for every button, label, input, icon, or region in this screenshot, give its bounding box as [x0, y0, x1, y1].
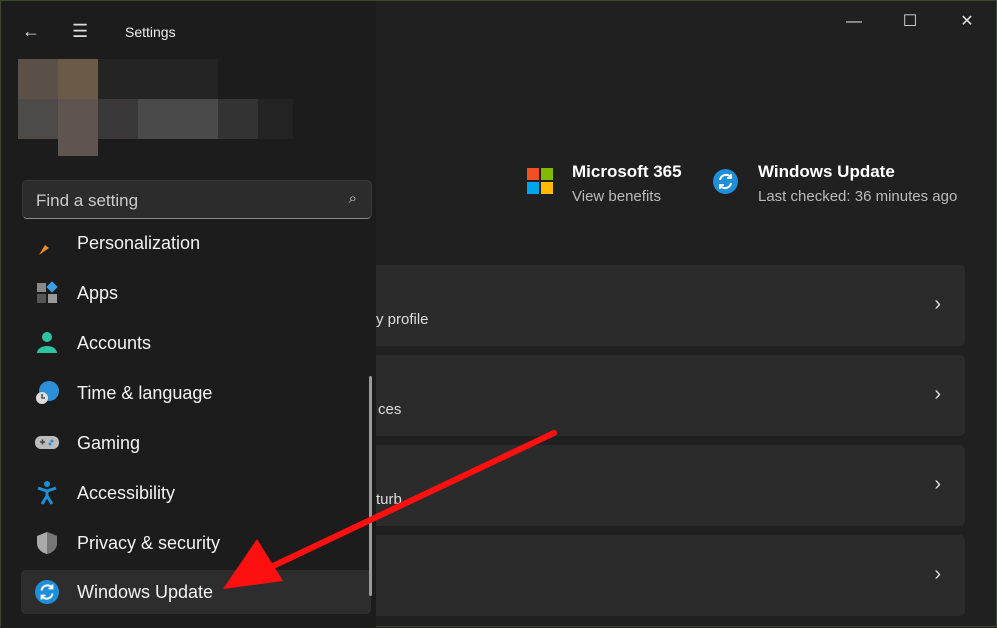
nav-item-personalization[interactable]: Personalization: [21, 227, 371, 265]
chevron-right-icon: ›: [934, 293, 941, 315]
globe-clock-icon: [36, 381, 59, 404]
settings-card[interactable]: turb ›: [376, 445, 965, 526]
navigation-pane: Find a setting ⌕ Personalization Apps Ac…: [1, 1, 376, 628]
close-button[interactable]: ✕: [952, 11, 982, 33]
search-icon: ⌕: [348, 190, 357, 207]
accessibility-icon: [37, 481, 57, 505]
ms365-subtitle: View benefits: [572, 188, 661, 205]
nav-list: Personalization Apps Accounts Time & lan…: [1, 227, 376, 628]
card-subtitle: ces: [378, 401, 402, 418]
settings-card[interactable]: ›: [376, 535, 965, 616]
update-title: Windows Update: [758, 162, 895, 181]
chevron-right-icon: ›: [934, 473, 941, 495]
shield-icon: [37, 532, 57, 554]
ms365-title: Microsoft 365: [572, 162, 682, 181]
nav-item-gaming[interactable]: Gaming: [21, 421, 371, 465]
card-subtitle: y profile: [376, 311, 429, 328]
nav-scrollbar[interactable]: [369, 376, 372, 596]
chevron-right-icon: ›: [934, 383, 941, 405]
search-placeholder: Find a setting: [36, 191, 139, 210]
settings-card[interactable]: ces ›: [376, 355, 965, 436]
settings-card[interactable]: y profile ›: [376, 265, 965, 346]
person-icon: [37, 332, 57, 353]
gamepad-icon: [35, 436, 59, 449]
nav-item-time-language[interactable]: Time & language: [21, 371, 371, 415]
sync-icon: [713, 169, 738, 194]
microsoft-logo-icon: [527, 168, 553, 194]
minimize-button[interactable]: —: [839, 11, 869, 33]
chevron-right-icon: ›: [934, 563, 941, 585]
brush-icon: [39, 245, 49, 255]
nav-item-accessibility[interactable]: Accessibility: [21, 471, 371, 515]
nav-item-accounts[interactable]: Accounts: [21, 321, 371, 365]
settings-window: y profile › ces › turb › › Microsoft 365 Vi…: [0, 0, 997, 628]
apps-icon: [37, 281, 58, 303]
nav-item-privacy-security[interactable]: Privacy & security: [21, 521, 371, 565]
menu-button[interactable]: ☰: [72, 21, 88, 42]
search-input[interactable]: Find a setting ⌕: [22, 180, 372, 219]
update-subtitle: Last checked: 36 minutes ago: [758, 188, 958, 205]
profile-avatar-blurred: [18, 59, 293, 156]
app-title: Settings: [125, 24, 176, 40]
back-button[interactable]: ←: [22, 21, 40, 42]
sync-icon: [35, 580, 59, 604]
nav-item-apps[interactable]: Apps: [21, 271, 371, 315]
card-subtitle: turb: [376, 491, 402, 508]
nav-item-windows-update[interactable]: Windows Update: [21, 570, 371, 614]
maximize-button[interactable]: ☐: [895, 11, 925, 33]
